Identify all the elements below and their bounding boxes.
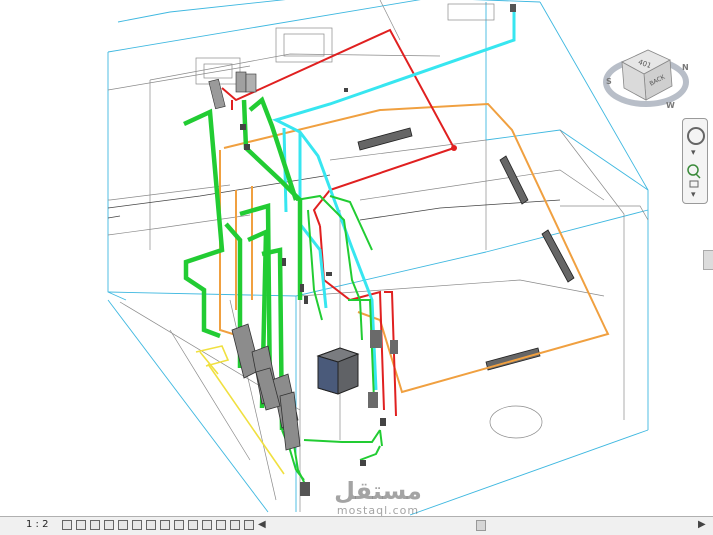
reveal-hidden-icon[interactable] (160, 520, 170, 530)
analysis-display-icon[interactable] (188, 520, 198, 530)
sun-path-icon[interactable] (90, 520, 100, 530)
vertical-scrollbar-thumb[interactable] (703, 250, 713, 270)
steering-wheel-icon[interactable] (687, 127, 705, 145)
detail-level-icon[interactable] (62, 520, 72, 530)
design-options-icon[interactable] (230, 520, 240, 530)
chevron-down-icon[interactable]: ▾ (691, 191, 696, 200)
worksharing-icon[interactable] (216, 520, 226, 530)
show-crop-icon[interactable] (132, 520, 142, 530)
view-control-bar: 1 : 2 ◀ ▶ (0, 516, 713, 535)
shadows-icon[interactable] (104, 520, 114, 530)
view-scale[interactable]: 1 : 2 (26, 519, 48, 530)
cyan-pipes (271, 10, 516, 391)
compass-south-icon: W (666, 101, 675, 110)
viewcube-widget[interactable]: 401 BACK S N W (600, 36, 692, 116)
interior-edges (107, 0, 649, 512)
building-wireframe (107, 0, 649, 516)
horizontal-scrollbar-thumb[interactable] (476, 520, 486, 531)
lock-view-icon[interactable] (174, 520, 184, 530)
crop-view-icon[interactable] (118, 520, 128, 530)
scroll-right-icon[interactable]: ▶ (698, 519, 706, 530)
electrical-panels (231, 323, 301, 451)
chevron-down-icon[interactable]: ▾ (691, 149, 696, 158)
light-fixtures (357, 127, 575, 371)
navigation-bar[interactable]: ▾ ▾ (682, 118, 708, 204)
scroll-left-icon[interactable]: ◀ (258, 519, 266, 530)
equipment-unit (316, 347, 360, 395)
visual-style-icon[interactable] (76, 520, 86, 530)
fittings (208, 4, 516, 496)
watermark: مستقل mostaql.com (318, 478, 438, 517)
temporary-hide-icon[interactable] (146, 520, 156, 530)
3d-viewport[interactable]: 401 BACK S N W ▾ ▾ (0, 0, 713, 516)
watermark-arabic: مستقل (334, 477, 422, 505)
compass-west-icon: S (606, 77, 612, 86)
compass-east-icon: N (682, 63, 689, 72)
viewcube-3d-icon[interactable]: 401 BACK S N W (600, 36, 692, 116)
zoom-icon[interactable] (686, 163, 702, 189)
temporary-view-properties-icon[interactable] (244, 520, 254, 530)
highlight-displacement-icon[interactable] (202, 520, 212, 530)
